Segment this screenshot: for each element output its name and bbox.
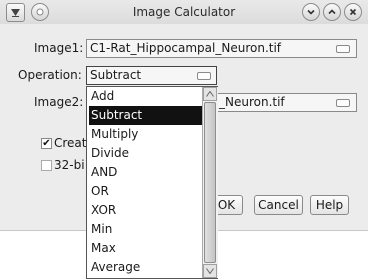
cancel-button[interactable]: Cancel <box>254 195 303 215</box>
operation-label: Operation: <box>18 68 82 82</box>
close-icon[interactable] <box>344 3 362 21</box>
option-and[interactable]: AND <box>89 163 203 182</box>
option-average[interactable]: Average <box>89 258 203 277</box>
image2-label: Image2: <box>34 95 84 109</box>
option-divide[interactable]: Divide <box>89 144 203 163</box>
operation-options-list: Add Subtract Multiply Divide AND OR XOR … <box>86 86 218 279</box>
dropdown-handle-icon <box>336 45 350 53</box>
image2-value: _Neuron.tif <box>219 95 285 109</box>
scroll-up-icon[interactable] <box>203 87 217 101</box>
option-xor[interactable]: XOR <box>89 201 203 220</box>
scrollbar-thumb[interactable] <box>204 102 216 263</box>
maximize-icon[interactable] <box>323 3 341 21</box>
options-scrollbar[interactable] <box>202 87 218 278</box>
operation-dropdown[interactable]: Subtract <box>86 66 217 85</box>
option-min[interactable]: Min <box>89 220 203 239</box>
title-bar: Image Calculator <box>0 0 368 24</box>
image1-label: Image1: <box>34 41 84 55</box>
option-subtract[interactable]: Subtract <box>89 106 203 125</box>
float-result-label: 32-bi <box>54 158 85 172</box>
dropdown-handle-icon <box>197 72 211 80</box>
float-result-checkbox[interactable] <box>41 160 52 171</box>
option-or[interactable]: OR <box>89 182 203 201</box>
option-add[interactable]: Add <box>89 87 203 106</box>
create-window-checkbox[interactable]: ✔ <box>41 138 52 149</box>
operation-value: Subtract <box>90 68 142 82</box>
image1-dropdown[interactable]: C1-Rat_Hippocampal_Neuron.tif <box>86 39 357 58</box>
minimize-icon[interactable] <box>302 3 320 21</box>
option-max[interactable]: Max <box>89 239 203 258</box>
help-button[interactable]: Help <box>310 195 349 215</box>
dropdown-handle-icon <box>336 99 350 107</box>
option-multiply[interactable]: Multiply <box>89 125 203 144</box>
scroll-down-icon[interactable] <box>203 264 217 278</box>
image1-value: C1-Rat_Hippocampal_Neuron.tif <box>90 41 282 55</box>
